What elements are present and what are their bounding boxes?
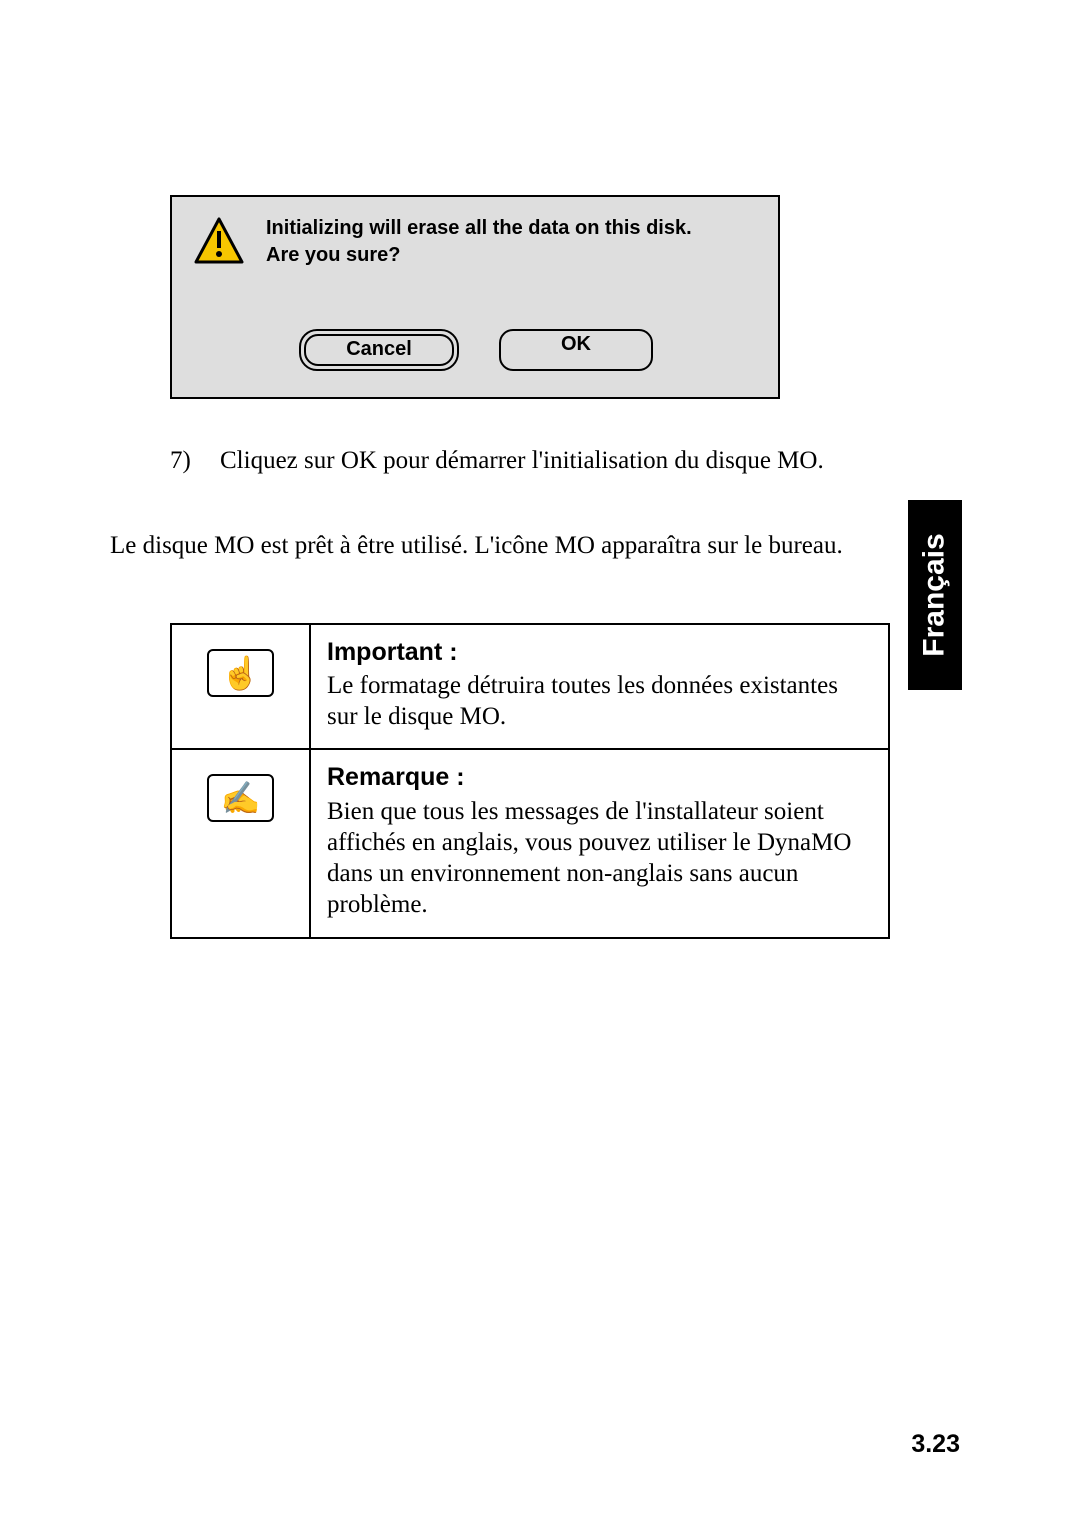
remark-icon-cell: ✍ bbox=[171, 749, 310, 937]
important-title: Important : bbox=[327, 637, 872, 668]
warning-icon bbox=[194, 217, 244, 265]
step-number: 7) bbox=[170, 447, 220, 475]
remark-title: Remarque : bbox=[327, 762, 872, 793]
cancel-button-wrapper: Cancel bbox=[299, 329, 459, 371]
table-row: ☝ Important : Le formatage détruira tout… bbox=[171, 624, 889, 750]
step-text: Cliquez sur OK pour démarrer l'initialis… bbox=[220, 447, 824, 475]
step-7: 7) Cliquez sur OK pour démarrer l'initia… bbox=[170, 447, 960, 475]
dialog-button-row: Cancel OK bbox=[194, 329, 758, 375]
remark-text: Bien que tous les messages de l'installa… bbox=[327, 796, 872, 921]
language-tab-label: Français bbox=[918, 533, 952, 656]
pointing-hand-icon: ☝ bbox=[207, 649, 275, 697]
cancel-button[interactable]: Cancel bbox=[304, 334, 454, 366]
confirm-dialog: Initializing will erase all the data on … bbox=[170, 195, 780, 399]
page-number: 3.23 bbox=[911, 1430, 960, 1459]
writing-hand-icon: ✍ bbox=[207, 774, 275, 822]
important-icon-cell: ☝ bbox=[171, 624, 310, 750]
language-tab: Français bbox=[908, 500, 962, 690]
remark-text-cell: Remarque : Bien que tous les messages de… bbox=[310, 749, 889, 937]
dialog-body: Initializing will erase all the data on … bbox=[194, 215, 758, 269]
ok-button[interactable]: OK bbox=[499, 329, 653, 371]
important-text: Le formatage détruira toutes les données… bbox=[327, 670, 872, 733]
body-paragraph: Le disque MO est prêt à être utilisé. L'… bbox=[110, 530, 960, 563]
manual-page: Initializing will erase all the data on … bbox=[0, 0, 1080, 1529]
dialog-message-line2: Are you sure? bbox=[266, 242, 692, 269]
callout-table: ☝ Important : Le formatage détruira tout… bbox=[170, 623, 890, 939]
dialog-message: Initializing will erase all the data on … bbox=[266, 215, 692, 269]
important-text-cell: Important : Le formatage détruira toutes… bbox=[310, 624, 889, 750]
dialog-message-line1: Initializing will erase all the data on … bbox=[266, 215, 692, 242]
table-row: ✍ Remarque : Bien que tous les messages … bbox=[171, 749, 889, 937]
